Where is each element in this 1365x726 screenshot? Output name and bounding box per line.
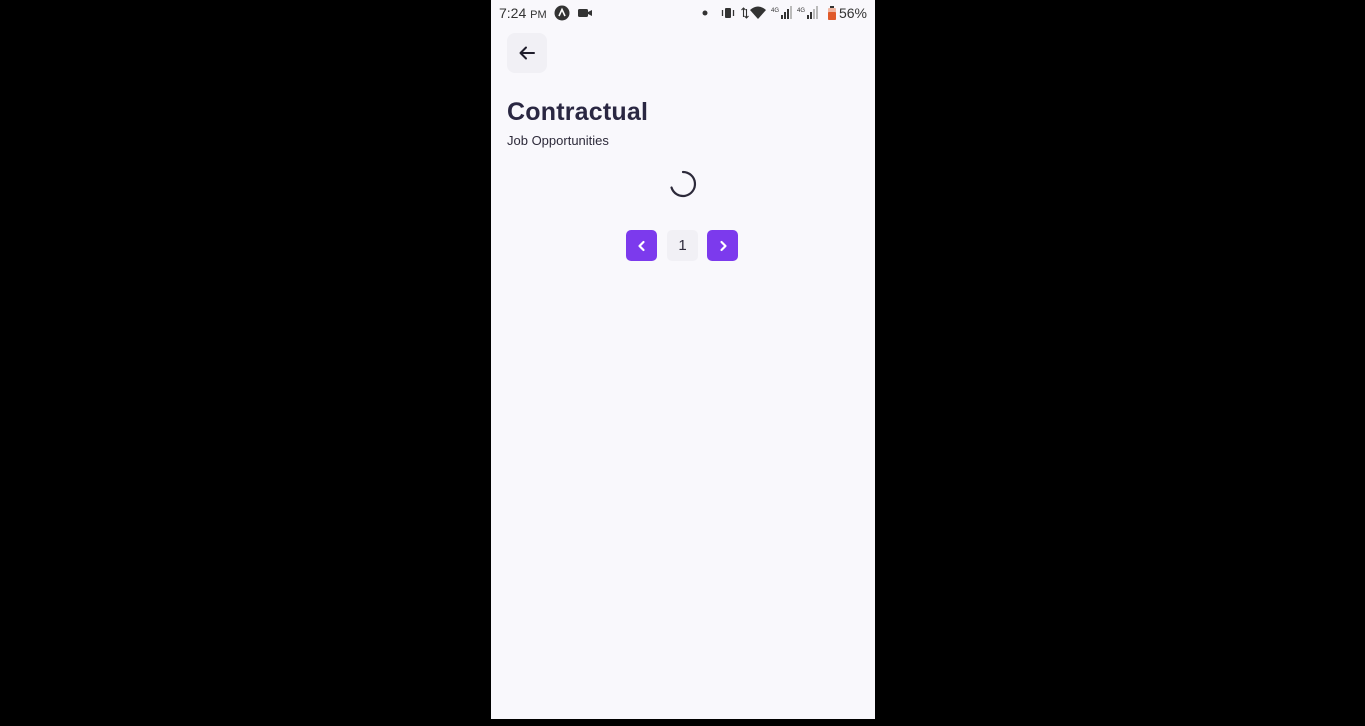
page-subtitle: Job Opportunities bbox=[507, 133, 609, 148]
wifi-icon bbox=[750, 6, 766, 19]
signal-icon: 4G bbox=[797, 6, 818, 19]
loading-spinner-icon bbox=[670, 170, 697, 198]
svg-text:4G: 4G bbox=[771, 8, 779, 14]
battery-icon bbox=[828, 6, 836, 20]
svg-text:4G: 4G bbox=[797, 8, 805, 14]
previous-page-button[interactable] bbox=[626, 230, 657, 261]
status-time: 7:24 PM bbox=[499, 5, 547, 21]
chevron-right-icon bbox=[719, 240, 727, 251]
video-camera-icon bbox=[578, 9, 592, 17]
dot-icon bbox=[702, 10, 708, 16]
next-page-button[interactable] bbox=[707, 230, 738, 261]
phone-screen: 7:24 PM 4G 4G 56% Contractual Job Opport… bbox=[491, 0, 875, 719]
app-icon bbox=[554, 5, 570, 21]
back-button[interactable] bbox=[507, 33, 547, 73]
data-arrows-icon bbox=[741, 7, 749, 19]
signal-icon: 4G bbox=[771, 6, 792, 19]
status-bar: 7:24 PM 4G 4G 56% bbox=[491, 0, 875, 26]
battery-percentage: 56% bbox=[838, 5, 867, 21]
arrow-left-icon bbox=[519, 46, 535, 60]
vibrate-icon bbox=[721, 8, 735, 18]
status-ampm: PM bbox=[530, 9, 547, 21]
page-number[interactable]: 1 bbox=[667, 230, 698, 261]
page-title: Contractual bbox=[507, 98, 649, 126]
chevron-left-icon bbox=[637, 240, 645, 251]
